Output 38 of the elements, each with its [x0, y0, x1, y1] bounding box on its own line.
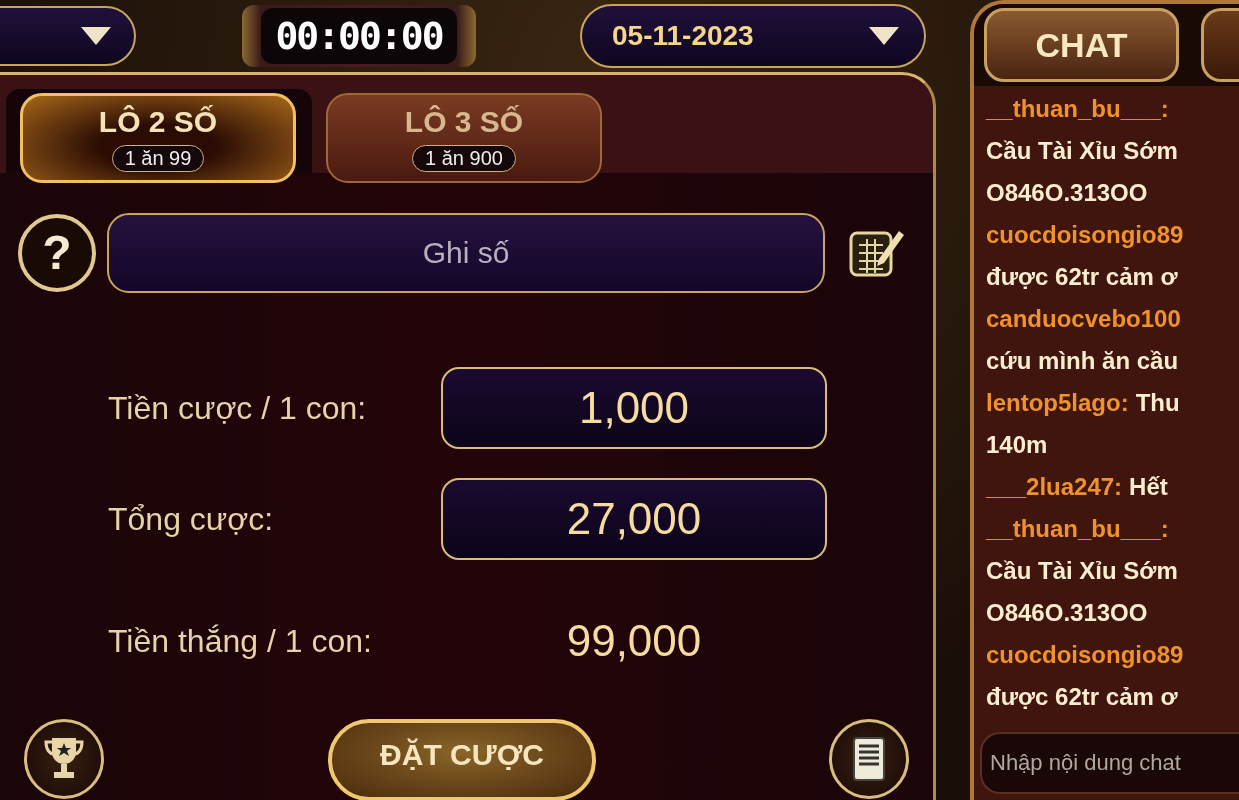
amount-field[interactable]: 27,000: [441, 478, 827, 560]
amount-field[interactable]: 1,000: [441, 367, 827, 449]
chat-message: Thu: [1135, 389, 1180, 417]
chat-message: được 62tr cảm ơ: [986, 683, 1178, 711]
date-dropdown[interactable]: 05-11-2023: [580, 4, 926, 68]
chat-message: Cầu Tài Xỉu Sớm: [986, 137, 1178, 165]
field-label: Tổng cược:: [107, 500, 275, 538]
win-amount: 99,000: [565, 616, 703, 666]
chat-username: lentop5lago:: [986, 389, 1129, 417]
chat-username: cuocdoisongio89: [986, 641, 1184, 669]
chat-message: Cầu Tài Xỉu Sớm: [986, 557, 1178, 585]
chat-username: __thuan_bu___:: [986, 515, 1169, 543]
chat-message: được 62tr cảm ơ: [986, 263, 1178, 291]
date-text: 05-11-2023: [612, 20, 754, 52]
number-input-field[interactable]: Ghi số: [107, 213, 825, 293]
chat-message: 140m: [986, 431, 1048, 459]
caret-icon: [80, 26, 112, 46]
dropdown[interactable]: [0, 6, 136, 66]
help-button[interactable]: ?: [17, 213, 97, 293]
countdown-timer: 00:00:00: [261, 8, 457, 64]
chat-tab[interactable]: CHAT: [984, 8, 1180, 82]
chat-input-field[interactable]: Nhập nội dung chat: [980, 732, 1239, 794]
field-label: Tiền thắng / 1 con:: [107, 622, 373, 660]
chat-message: cứu mình ăn cầu: [986, 347, 1179, 375]
caret-icon: [868, 26, 900, 46]
chat-message: O846O.313OO: [986, 599, 1148, 627]
tab[interactable]: LÔ 3 SỐ 1 ăn 900: [326, 93, 602, 183]
place-bet-button[interactable]: ĐẶT CƯỢC: [328, 719, 596, 800]
document-icon: [852, 736, 886, 782]
chat-tab[interactable]: [1201, 8, 1239, 82]
tab[interactable]: LÔ 2 SỐ 1 ăn 99: [20, 93, 296, 183]
chat-message: Hết: [1129, 473, 1168, 501]
chat-username: canduocvebo100: [986, 305, 1181, 333]
chat-username: ___2lua247:: [986, 473, 1123, 501]
chat-message: O846O.313OO: [986, 179, 1148, 207]
field-label: Tiền cược / 1 con:: [107, 389, 368, 427]
chat-username: __thuan_bu___:: [986, 95, 1169, 123]
chat-username: cuocdoisongio89: [986, 221, 1184, 249]
